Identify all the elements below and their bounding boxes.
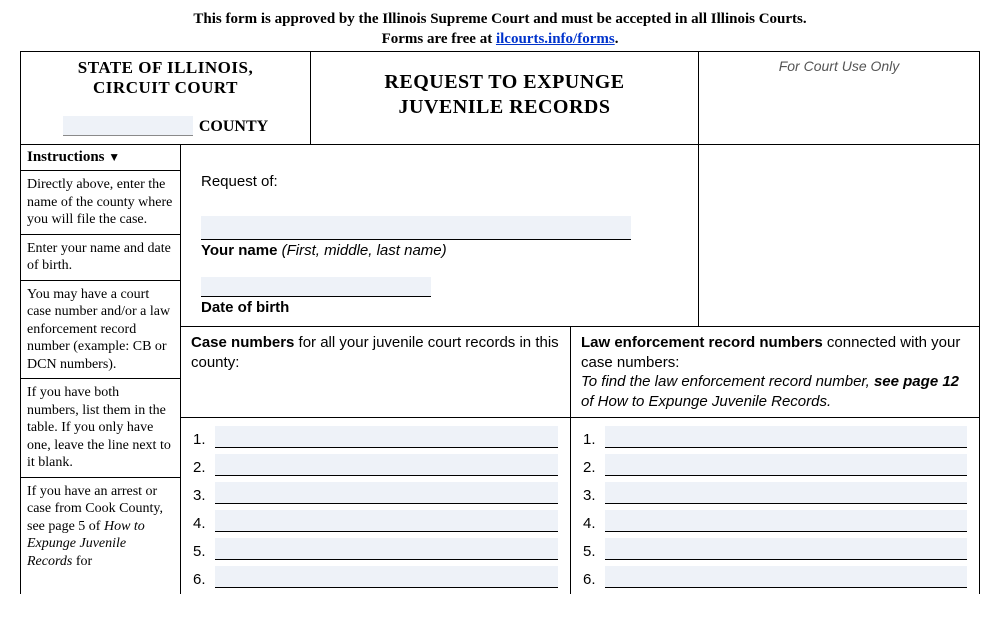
le-number-input-1[interactable] [605,426,967,448]
instruction-item: If you have an arrest or case from Cook … [21,478,180,576]
list-item: 4. [583,510,967,532]
name-input[interactable] [201,216,631,240]
state-line2: CIRCUIT COURT [29,78,302,98]
case-number-input-5[interactable] [215,538,558,560]
approval-line1: This form is approved by the Illinois Su… [20,10,980,30]
instruction-item: Directly above, enter the name of the co… [21,171,180,235]
instruction-item: You may have a court case number and/or … [21,281,180,380]
list-item: 6. [193,566,558,588]
form-title: REQUEST TO EXPUNGE JUVENILE RECORDS [311,52,699,144]
law-enforcement-header: Law enforcement record numbers connected… [571,327,979,417]
list-item: 6. [583,566,967,588]
request-section: Request of: Your name (First, middle, la… [181,145,699,327]
court-use-only: For Court Use Only [699,52,979,144]
dob-label: Date of birth [201,299,682,316]
case-number-input-1[interactable] [215,426,558,448]
form-container: STATE OF ILLINOIS, CIRCUIT COURT COUNTY … [20,51,980,594]
case-number-input-4[interactable] [215,510,558,532]
list-item: 1. [193,426,558,448]
list-item: 5. [193,538,558,560]
list-item: 2. [193,454,558,476]
forms-link[interactable]: ilcourts.info/forms [496,31,615,47]
list-item: 3. [583,482,967,504]
instructions-column: Instructions ▼ Directly above, enter the… [21,145,181,594]
le-number-input-6[interactable] [605,566,967,588]
approval-notice: This form is approved by the Illinois Su… [20,10,980,49]
case-number-input-2[interactable] [215,454,558,476]
case-number-input-3[interactable] [215,482,558,504]
law-enforcement-list: 1. 2. 3. 4. 5. 6. [571,418,979,594]
case-numbers-header: Case numbers for all your juvenile court… [181,327,571,417]
le-number-input-3[interactable] [605,482,967,504]
county-input[interactable] [63,116,193,136]
instruction-item: Enter your name and date of birth. [21,235,180,281]
le-number-input-2[interactable] [605,454,967,476]
case-number-input-6[interactable] [215,566,558,588]
list-item: 2. [583,454,967,476]
le-number-input-5[interactable] [605,538,967,560]
dob-input[interactable] [201,277,431,297]
list-item: 1. [583,426,967,448]
list-item: 3. [193,482,558,504]
chevron-down-icon: ▼ [108,150,120,164]
approval-line2: Forms are free at ilcourts.info/forms. [20,30,980,50]
court-use-area [699,145,979,327]
county-label: COUNTY [199,118,268,136]
instruction-item: If you have both numbers, list them in t… [21,379,180,478]
le-number-input-4[interactable] [605,510,967,532]
request-of-label: Request of: [201,173,682,190]
state-line1: STATE OF ILLINOIS, [29,58,302,78]
list-item: 4. [193,510,558,532]
instructions-heading[interactable]: Instructions ▼ [21,145,180,171]
name-label: Your name (First, middle, last name) [201,242,682,259]
list-item: 5. [583,538,967,560]
state-court-cell: STATE OF ILLINOIS, CIRCUIT COURT COUNTY [21,52,311,144]
case-numbers-list: 1. 2. 3. 4. 5. 6. [181,418,571,594]
